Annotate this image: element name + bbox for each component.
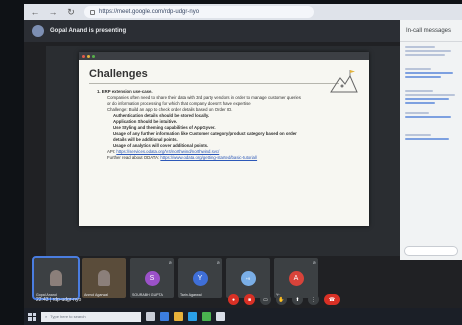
taskbar-search[interactable]: ⌕ Type here to search [41, 311, 141, 322]
slide-body: Challenges 1. ERP extension use-case. Com… [79, 60, 369, 226]
api-link[interactable]: https://services.odata.org/V4/northwind/… [116, 149, 219, 154]
participant-video [50, 270, 62, 286]
chrome-icon[interactable] [202, 312, 211, 321]
lock-icon [90, 9, 95, 15]
chat-message [405, 112, 457, 130]
store-icon[interactable] [188, 312, 197, 321]
participant-name: SOURABH GUPTA [132, 293, 163, 297]
presenting-label: Gopal Anand is presenting [50, 28, 127, 34]
task-view-icon[interactable] [146, 312, 155, 321]
present-button[interactable]: ⬆ [292, 294, 303, 305]
participant-avatar: +9 [240, 270, 256, 286]
forward-button[interactable]: → [48, 7, 58, 17]
raise-hand-button[interactable]: ✋ [276, 294, 287, 305]
end-call-button[interactable]: ☎ [324, 294, 340, 305]
call-controls: 22:43 | rdp-udgr-nyo ● ■ ▭ ✋ ⬆ ⋮ ☎ [24, 294, 462, 308]
search-icon: ⌕ [45, 314, 48, 319]
participant-tile[interactable]: +9 [226, 258, 270, 298]
participant-avatar: S [144, 270, 160, 286]
odata-tutorial-link[interactable]: https://www.odata.org/getting-started/ba… [160, 155, 257, 160]
slide-divider [89, 83, 339, 84]
camera-off-button[interactable]: ■ [244, 294, 255, 305]
browser-toolbar: ← → ↻ https://meet.google.com/rdp-udgr-n… [24, 4, 462, 20]
chat-panel-header: In-call messages [400, 20, 462, 42]
chat-message [405, 68, 457, 86]
participant-tile[interactable]: S ⊘ SOURABH GUPTA [130, 258, 174, 298]
chat-input[interactable] [404, 246, 458, 256]
chat-panel: In-call messages [400, 20, 462, 260]
close-dot-icon [82, 54, 85, 58]
mic-off-icon: ⊘ [216, 260, 220, 265]
slide-window-titlebar [79, 52, 369, 60]
participant-tile[interactable]: A⊘You [274, 258, 318, 298]
mic-off-icon: ⊘ [312, 260, 316, 265]
minimize-dot-icon [87, 54, 90, 58]
slide-content: 1. ERP extension use-case. Companies ofte… [89, 89, 359, 149]
reload-button[interactable]: ↻ [66, 7, 76, 18]
edge-icon[interactable] [160, 312, 169, 321]
monitor-frame: ← → ↻ https://meet.google.com/rdp-udgr-n… [0, 0, 462, 325]
back-button[interactable]: ← [30, 7, 40, 17]
meet-window: Gopal Anand is presenting Challenges 1. … [24, 20, 462, 308]
file-explorer-icon[interactable] [174, 312, 183, 321]
chat-message [405, 90, 457, 108]
presenting-banner: Gopal Anand is presenting [24, 20, 400, 42]
participant-tile[interactable]: Gopal Anand [32, 256, 80, 300]
maximize-dot-icon [92, 54, 95, 58]
taskbar-search-placeholder: Type here to search [50, 314, 86, 319]
mountain-flag-icon [330, 70, 358, 93]
meeting-time: 22:43 | rdp-udgr-nyo [36, 297, 82, 303]
further-read-line: Further read about ODATA: https://www.od… [107, 155, 359, 161]
participant-avatar: Y [192, 270, 208, 286]
participant-tile[interactable]: Anmol Agarwal [82, 258, 126, 298]
mail-icon[interactable] [216, 312, 225, 321]
shared-slide-window: Challenges 1. ERP extension use-case. Com… [79, 52, 369, 226]
presentation-stage: Challenges 1. ERP extension use-case. Com… [46, 46, 404, 256]
mic-off-icon: ⊘ [168, 260, 172, 265]
participant-name: Tarin Agarwal [180, 293, 202, 297]
slide-title: Challenges [89, 68, 148, 80]
mic-off-button[interactable]: ● [228, 294, 239, 305]
further-read-label: Further read about ODATA: [107, 155, 160, 160]
participant-avatar: A [288, 270, 304, 286]
captions-button[interactable]: ▭ [260, 294, 271, 305]
presenter-avatar [32, 25, 44, 37]
participant-strip: Gopal Anand Anmol Agarwal S ⊘ SOURABH GUPTA Y… [32, 256, 400, 300]
url-text: https://meet.google.com/rdp-udgr-nyo [99, 9, 200, 15]
address-bar[interactable]: https://meet.google.com/rdp-udgr-nyo [84, 6, 314, 18]
participant-name: Anmol Agarwal [84, 293, 108, 297]
more-options-button[interactable]: ⋮ [308, 294, 319, 305]
chat-message [405, 46, 457, 64]
participant-tile[interactable]: Y ⊘ Tarin Agarwal [178, 258, 222, 298]
api-label: API: [107, 149, 116, 154]
windows-taskbar: ⌕ Type here to search [24, 308, 462, 325]
chat-message [405, 134, 457, 152]
windows-start-icon[interactable] [28, 312, 36, 321]
participant-video [98, 270, 110, 286]
